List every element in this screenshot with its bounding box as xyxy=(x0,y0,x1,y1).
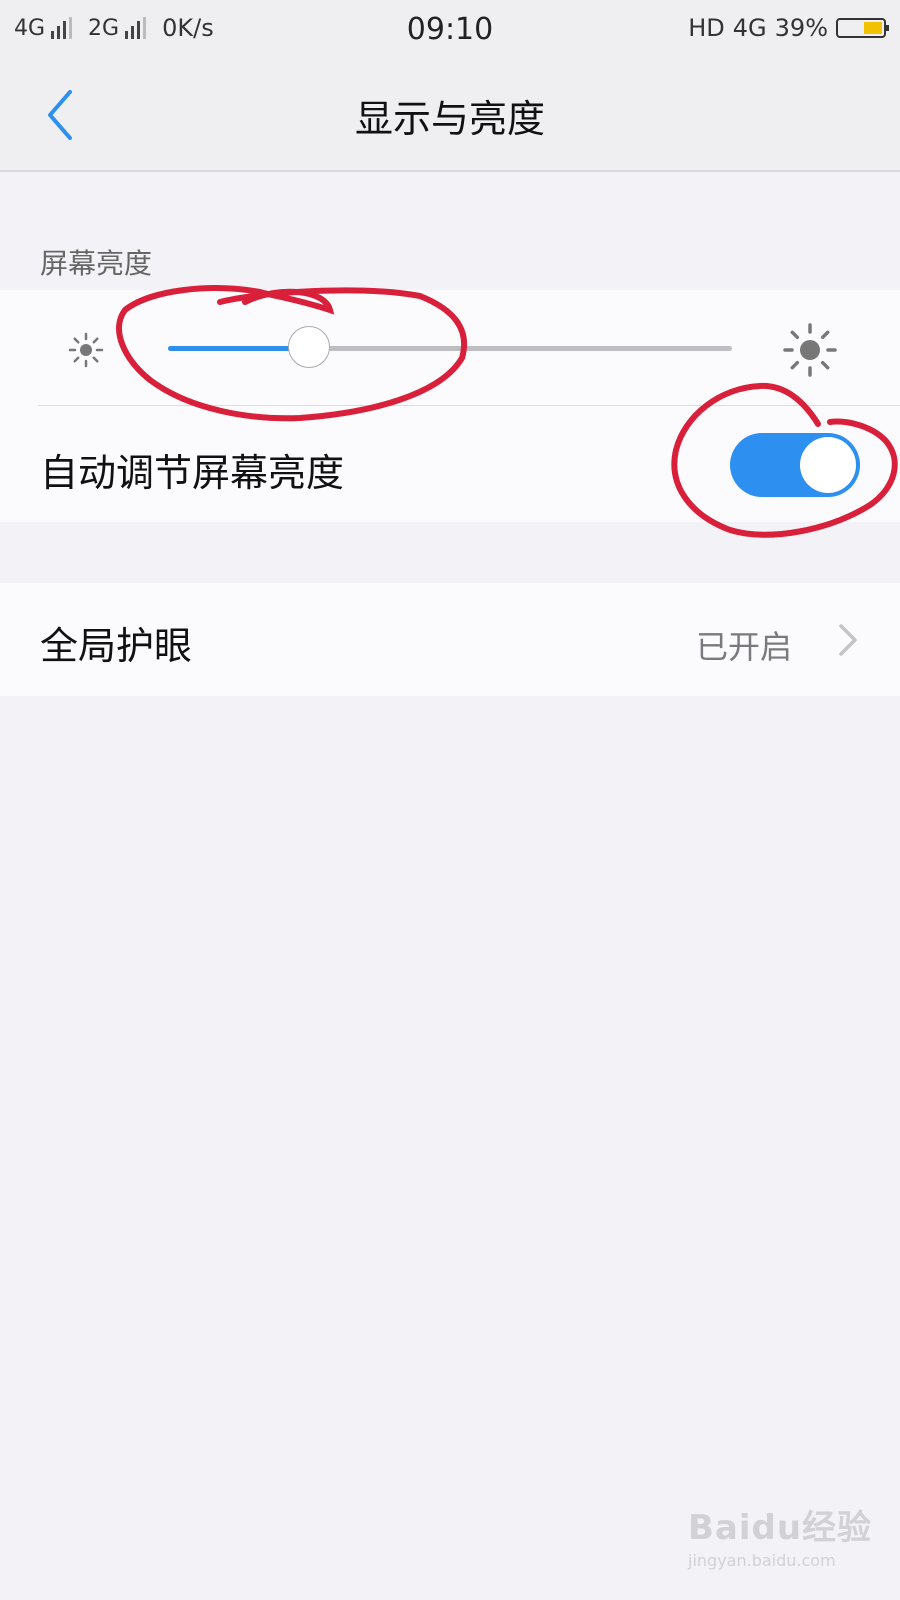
status-right: HD 4G 39% xyxy=(688,14,889,42)
sun-small-icon xyxy=(68,332,104,368)
brightness-slider[interactable] xyxy=(168,326,732,368)
nav-bar: 显示与亮度 xyxy=(0,60,900,172)
annotation-overlay xyxy=(116,285,898,538)
auto-brightness-label: 自动调节屏幕亮度 xyxy=(40,451,345,495)
sun-large-icon xyxy=(783,323,837,377)
toggle-knob xyxy=(800,437,856,493)
eye-care-status: 已开启 xyxy=(696,628,793,666)
data-type-label: 4G xyxy=(732,14,767,42)
status-bar: 4G 2G 0K/s 09:10 HD 4G 39% xyxy=(0,0,900,60)
eye-care-label: 全局护眼 xyxy=(40,624,193,668)
divider xyxy=(38,405,900,406)
section-label-brightness: 屏幕亮度 xyxy=(40,247,153,280)
watermark-logo: Baidu经验 xyxy=(688,1508,873,1548)
watermark: Baidu经验 jingyan.baidu.com xyxy=(688,1500,878,1590)
hd-label: HD xyxy=(688,14,725,42)
slider-thumb[interactable] xyxy=(288,326,330,368)
chevron-right-icon xyxy=(839,624,857,656)
battery-icon xyxy=(836,18,889,38)
watermark-url: jingyan.baidu.com xyxy=(688,1551,836,1570)
battery-percent: 39% xyxy=(774,14,828,42)
auto-brightness-toggle[interactable] xyxy=(730,433,860,497)
page-title: 显示与亮度 xyxy=(354,97,545,141)
